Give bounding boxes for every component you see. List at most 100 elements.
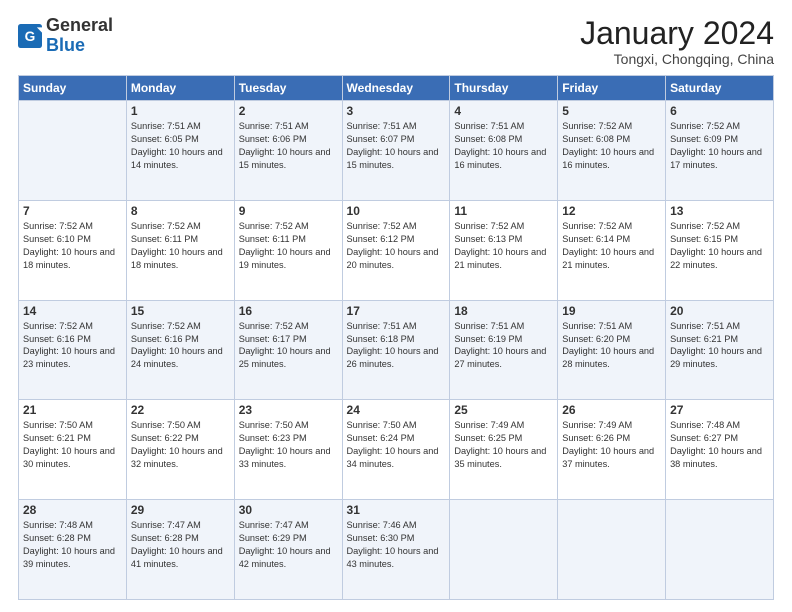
- day-info: Sunrise: 7:52 AM Sunset: 6:17 PM Dayligh…: [239, 320, 338, 372]
- day-number: 30: [239, 503, 338, 517]
- daylight-text: Daylight: 10 hours and 16 minutes.: [454, 147, 546, 170]
- table-row: 8 Sunrise: 7:52 AM Sunset: 6:11 PM Dayli…: [126, 200, 234, 300]
- day-number: 13: [670, 204, 769, 218]
- daylight-text: Daylight: 10 hours and 43 minutes.: [347, 546, 439, 569]
- daylight-text: Daylight: 10 hours and 29 minutes.: [670, 346, 762, 369]
- day-number: 8: [131, 204, 230, 218]
- day-number: 5: [562, 104, 661, 118]
- day-info: Sunrise: 7:52 AM Sunset: 6:11 PM Dayligh…: [239, 220, 338, 272]
- empty-cell: [558, 500, 666, 600]
- calendar-week-row: 7 Sunrise: 7:52 AM Sunset: 6:10 PM Dayli…: [19, 200, 774, 300]
- day-number: 29: [131, 503, 230, 517]
- daylight-text: Daylight: 10 hours and 37 minutes.: [562, 446, 654, 469]
- header-wednesday: Wednesday: [342, 76, 450, 101]
- sunset-text: Sunset: 6:09 PM: [670, 134, 738, 144]
- table-row: 29 Sunrise: 7:47 AM Sunset: 6:28 PM Dayl…: [126, 500, 234, 600]
- sunset-text: Sunset: 6:30 PM: [347, 533, 415, 543]
- sunset-text: Sunset: 6:21 PM: [670, 334, 738, 344]
- day-number: 17: [347, 304, 446, 318]
- sunset-text: Sunset: 6:08 PM: [454, 134, 522, 144]
- daylight-text: Daylight: 10 hours and 42 minutes.: [239, 546, 331, 569]
- sunrise-text: Sunrise: 7:52 AM: [562, 121, 632, 131]
- day-info: Sunrise: 7:52 AM Sunset: 6:12 PM Dayligh…: [347, 220, 446, 272]
- sunset-text: Sunset: 6:23 PM: [239, 433, 307, 443]
- table-row: 5 Sunrise: 7:52 AM Sunset: 6:08 PM Dayli…: [558, 101, 666, 201]
- day-number: 3: [347, 104, 446, 118]
- header-tuesday: Tuesday: [234, 76, 342, 101]
- sunset-text: Sunset: 6:10 PM: [23, 234, 91, 244]
- svg-text:G: G: [25, 29, 36, 44]
- daylight-text: Daylight: 10 hours and 38 minutes.: [670, 446, 762, 469]
- table-row: 4 Sunrise: 7:51 AM Sunset: 6:08 PM Dayli…: [450, 101, 558, 201]
- daylight-text: Daylight: 10 hours and 34 minutes.: [347, 446, 439, 469]
- table-row: 9 Sunrise: 7:52 AM Sunset: 6:11 PM Dayli…: [234, 200, 342, 300]
- day-number: 19: [562, 304, 661, 318]
- table-row: 7 Sunrise: 7:52 AM Sunset: 6:10 PM Dayli…: [19, 200, 127, 300]
- day-info: Sunrise: 7:51 AM Sunset: 6:05 PM Dayligh…: [131, 120, 230, 172]
- table-row: 13 Sunrise: 7:52 AM Sunset: 6:15 PM Dayl…: [666, 200, 774, 300]
- sunset-text: Sunset: 6:20 PM: [562, 334, 630, 344]
- day-number: 6: [670, 104, 769, 118]
- table-row: 14 Sunrise: 7:52 AM Sunset: 6:16 PM Dayl…: [19, 300, 127, 400]
- day-number: 15: [131, 304, 230, 318]
- table-row: 21 Sunrise: 7:50 AM Sunset: 6:21 PM Dayl…: [19, 400, 127, 500]
- sunset-text: Sunset: 6:12 PM: [347, 234, 415, 244]
- day-number: 11: [454, 204, 553, 218]
- sunrise-text: Sunrise: 7:52 AM: [23, 221, 93, 231]
- table-row: 27 Sunrise: 7:48 AM Sunset: 6:27 PM Dayl…: [666, 400, 774, 500]
- daylight-text: Daylight: 10 hours and 20 minutes.: [347, 247, 439, 270]
- day-number: 9: [239, 204, 338, 218]
- day-info: Sunrise: 7:51 AM Sunset: 6:21 PM Dayligh…: [670, 320, 769, 372]
- sunset-text: Sunset: 6:07 PM: [347, 134, 415, 144]
- sunrise-text: Sunrise: 7:52 AM: [670, 221, 740, 231]
- sunrise-text: Sunrise: 7:52 AM: [131, 321, 201, 331]
- sunrise-text: Sunrise: 7:48 AM: [23, 520, 93, 530]
- sunset-text: Sunset: 6:19 PM: [454, 334, 522, 344]
- sunrise-text: Sunrise: 7:46 AM: [347, 520, 417, 530]
- header-friday: Friday: [558, 76, 666, 101]
- day-info: Sunrise: 7:50 AM Sunset: 6:21 PM Dayligh…: [23, 419, 122, 471]
- sunrise-text: Sunrise: 7:49 AM: [454, 420, 524, 430]
- table-row: 20 Sunrise: 7:51 AM Sunset: 6:21 PM Dayl…: [666, 300, 774, 400]
- day-number: 1: [131, 104, 230, 118]
- sunset-text: Sunset: 6:28 PM: [23, 533, 91, 543]
- day-number: 24: [347, 403, 446, 417]
- sunset-text: Sunset: 6:11 PM: [131, 234, 198, 244]
- sunset-text: Sunset: 6:27 PM: [670, 433, 738, 443]
- daylight-text: Daylight: 10 hours and 21 minutes.: [454, 247, 546, 270]
- day-info: Sunrise: 7:47 AM Sunset: 6:29 PM Dayligh…: [239, 519, 338, 571]
- location: Tongxi, Chongqing, China: [580, 51, 774, 67]
- day-info: Sunrise: 7:52 AM Sunset: 6:14 PM Dayligh…: [562, 220, 661, 272]
- daylight-text: Daylight: 10 hours and 18 minutes.: [131, 247, 223, 270]
- day-info: Sunrise: 7:52 AM Sunset: 6:10 PM Dayligh…: [23, 220, 122, 272]
- sunset-text: Sunset: 6:26 PM: [562, 433, 630, 443]
- sunset-text: Sunset: 6:16 PM: [131, 334, 199, 344]
- table-row: 12 Sunrise: 7:52 AM Sunset: 6:14 PM Dayl…: [558, 200, 666, 300]
- table-row: 19 Sunrise: 7:51 AM Sunset: 6:20 PM Dayl…: [558, 300, 666, 400]
- sunrise-text: Sunrise: 7:50 AM: [131, 420, 201, 430]
- day-number: 28: [23, 503, 122, 517]
- day-number: 23: [239, 403, 338, 417]
- sunrise-text: Sunrise: 7:51 AM: [347, 121, 417, 131]
- daylight-text: Daylight: 10 hours and 16 minutes.: [562, 147, 654, 170]
- calendar-week-row: 28 Sunrise: 7:48 AM Sunset: 6:28 PM Dayl…: [19, 500, 774, 600]
- sunrise-text: Sunrise: 7:52 AM: [239, 321, 309, 331]
- daylight-text: Daylight: 10 hours and 23 minutes.: [23, 346, 115, 369]
- day-info: Sunrise: 7:49 AM Sunset: 6:26 PM Dayligh…: [562, 419, 661, 471]
- sunrise-text: Sunrise: 7:47 AM: [131, 520, 201, 530]
- table-row: 26 Sunrise: 7:49 AM Sunset: 6:26 PM Dayl…: [558, 400, 666, 500]
- sunset-text: Sunset: 6:17 PM: [239, 334, 307, 344]
- header-thursday: Thursday: [450, 76, 558, 101]
- sunset-text: Sunset: 6:15 PM: [670, 234, 738, 244]
- calendar-week-row: 14 Sunrise: 7:52 AM Sunset: 6:16 PM Dayl…: [19, 300, 774, 400]
- header-monday: Monday: [126, 76, 234, 101]
- header-sunday: Sunday: [19, 76, 127, 101]
- sunrise-text: Sunrise: 7:51 AM: [347, 321, 417, 331]
- day-number: 14: [23, 304, 122, 318]
- day-number: 20: [670, 304, 769, 318]
- empty-cell: [19, 101, 127, 201]
- day-info: Sunrise: 7:50 AM Sunset: 6:24 PM Dayligh…: [347, 419, 446, 471]
- sunset-text: Sunset: 6:11 PM: [239, 234, 306, 244]
- day-info: Sunrise: 7:51 AM Sunset: 6:19 PM Dayligh…: [454, 320, 553, 372]
- day-number: 2: [239, 104, 338, 118]
